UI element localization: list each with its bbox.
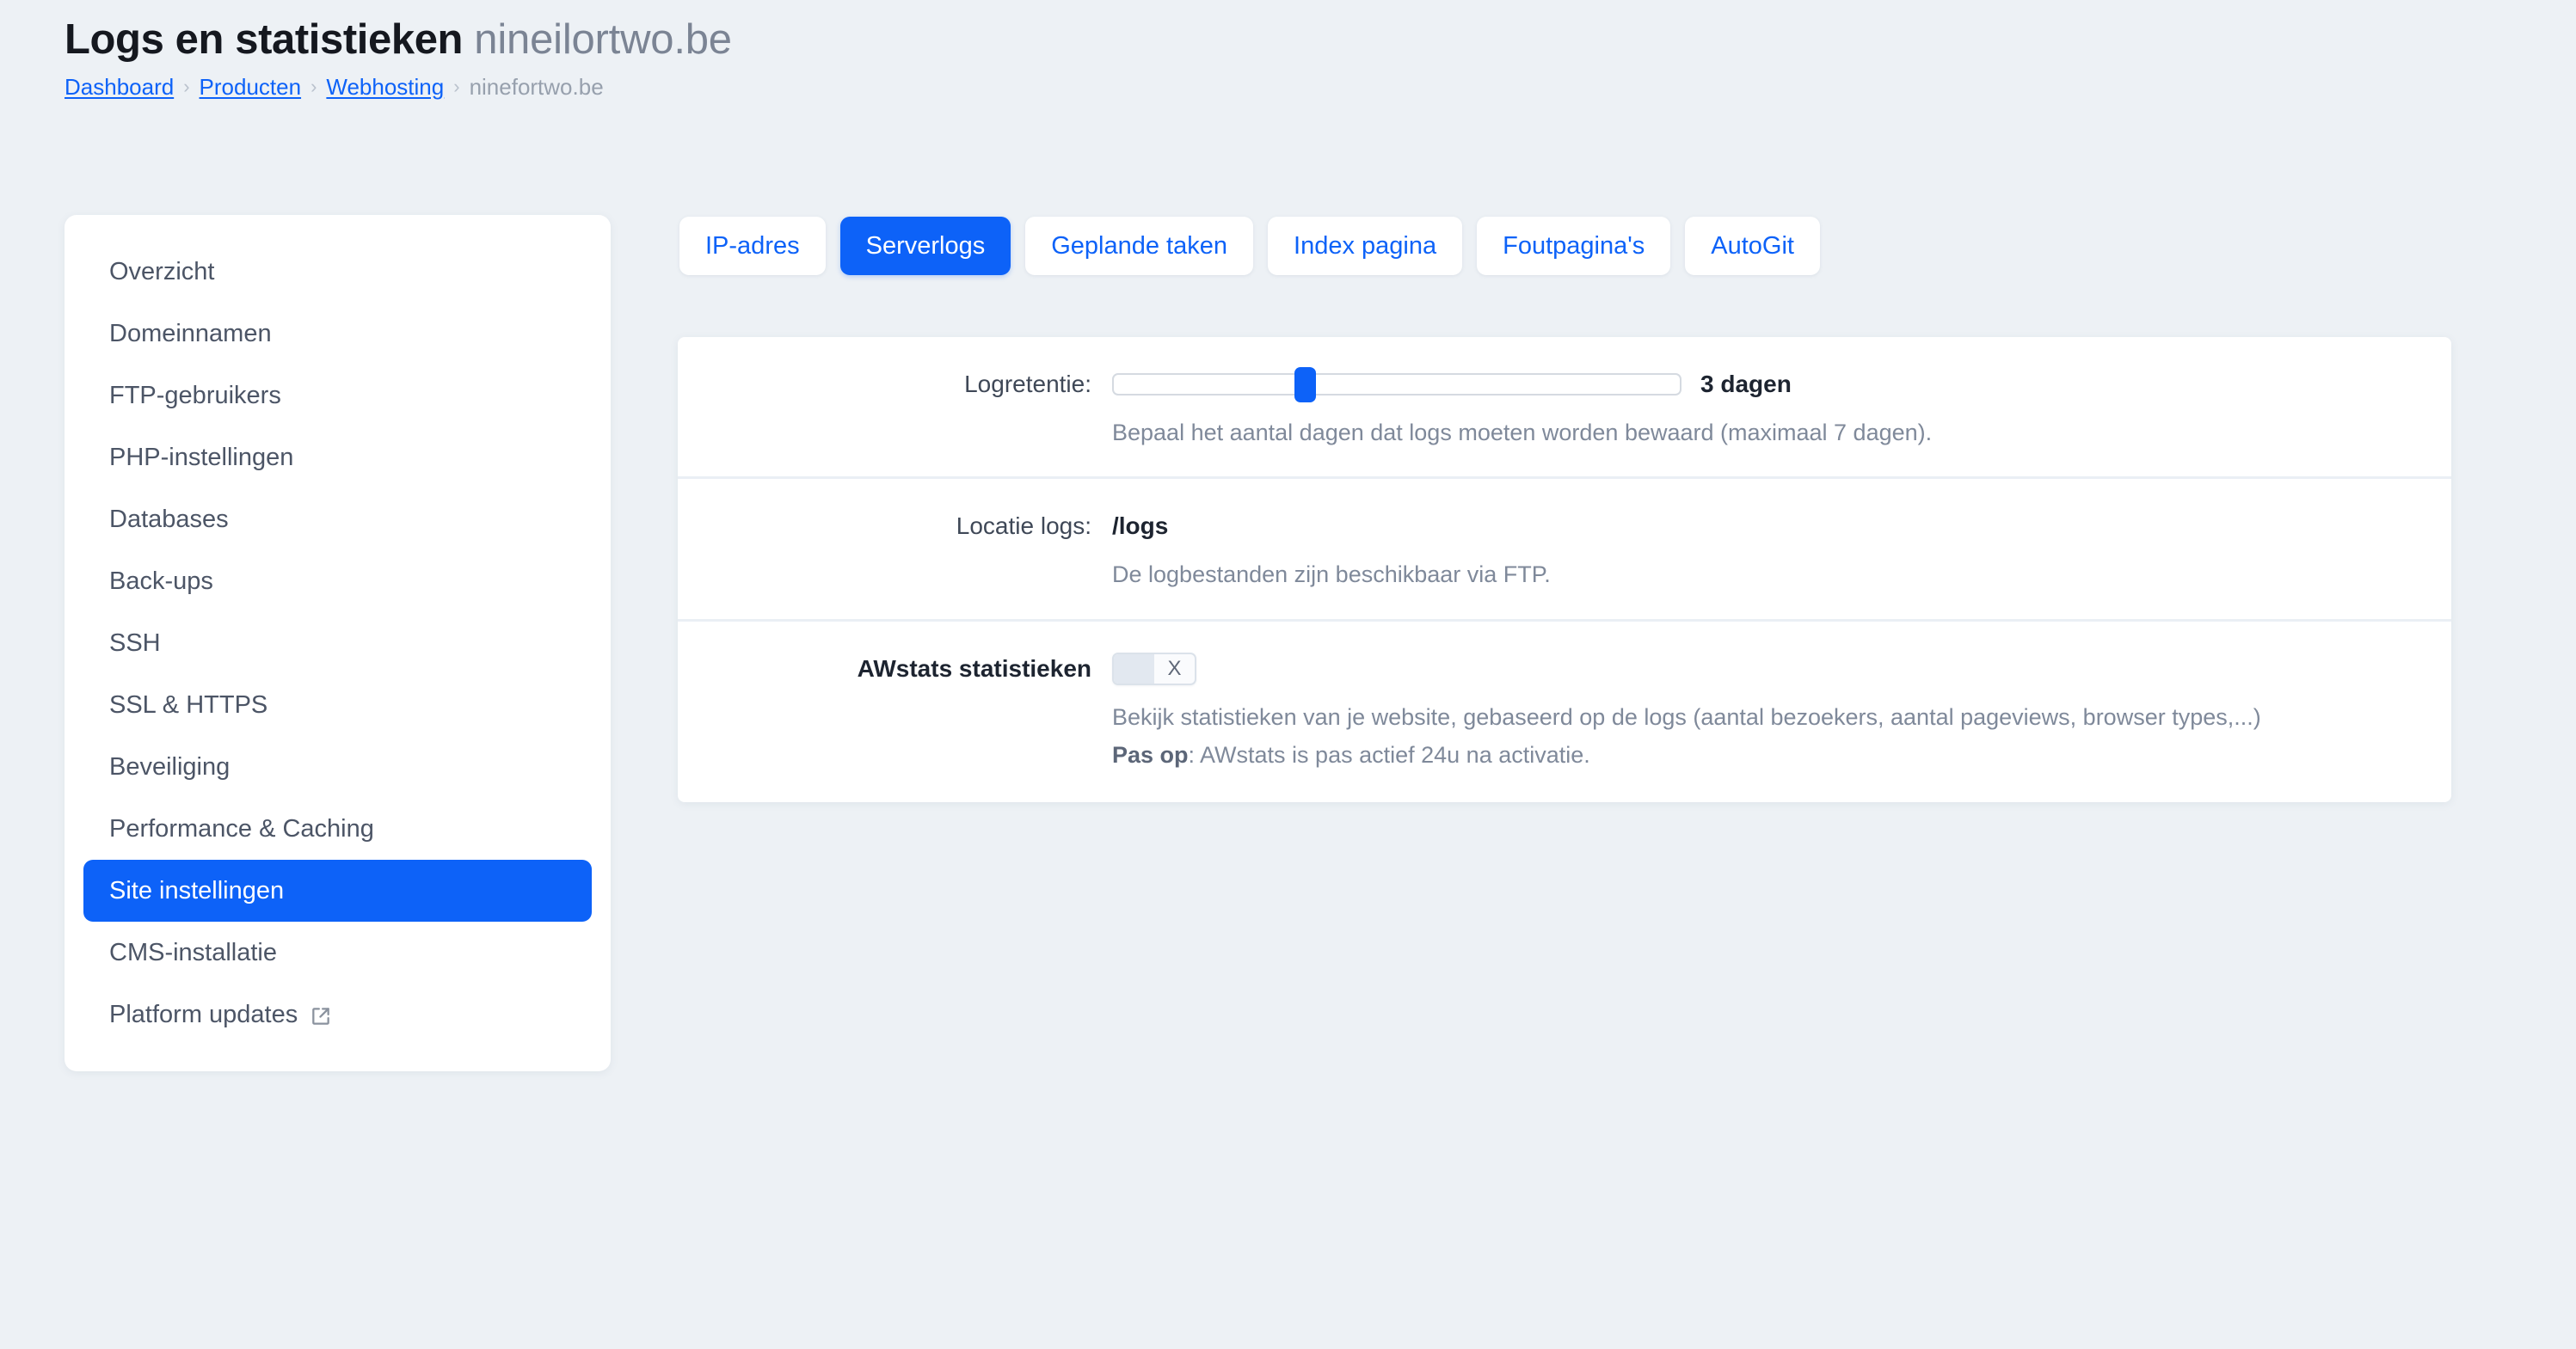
sidebar-item-label: PHP-instellingen	[109, 443, 294, 471]
breadcrumb-separator: ›	[453, 76, 460, 98]
tab-bar: IP-adres Serverlogs Geplande taken Index pa…	[679, 217, 1820, 275]
sidebar-item-domeinnamen[interactable]: Domeinnamen	[83, 303, 592, 365]
log-location-body: /logs De logbestanden zijn beschikbaar v…	[1112, 506, 2410, 591]
sidebar-item-label: Site instellingen	[109, 876, 285, 904]
sidebar-item-ssl-https[interactable]: SSL & HTTPS	[83, 674, 592, 736]
sidebar-item-databases[interactable]: Databases	[83, 488, 592, 550]
tab-label: Serverlogs	[865, 231, 986, 260]
awstats-warning-label: Pas op	[1112, 741, 1189, 768]
breadcrumb-link-producten[interactable]: Producten	[200, 73, 302, 101]
sidebar-item-ftp-gebruikers[interactable]: FTP-gebruikers	[83, 365, 592, 426]
page-root: Logs en statistieken nineilortwo.be Dash…	[0, 0, 2576, 1349]
awstats-control: X	[1112, 649, 2410, 689]
log-retention-control: 3 dagen	[1112, 365, 2410, 404]
sidebar-item-php-instellingen[interactable]: PHP-instellingen	[83, 426, 592, 488]
awstats-hint: Bekijk statistieken van je website, geba…	[1112, 703, 2261, 730]
tab-geplande-taken[interactable]: Geplande taken	[1025, 217, 1254, 275]
sidebar-nav: Overzicht Domeinnamen FTP-gebruikers PHP-in…	[65, 215, 611, 1071]
sidebar-item-label: Performance & Caching	[109, 814, 374, 843]
sidebar-item-label: Databases	[109, 505, 229, 533]
awstats-label: AWstats statistieken	[857, 654, 1091, 682]
tab-ip-adres[interactable]: IP-adres	[679, 217, 826, 275]
toggle-knob	[1114, 653, 1154, 684]
log-location-label: Locatie logs:	[956, 512, 1091, 540]
settings-card: Logretentie: 3 dagen Bepaal het aantal d…	[678, 337, 2451, 803]
sidebar-item-site-instellingen[interactable]: Site instellingen	[83, 860, 592, 922]
awstats-warning: Pas op: AWstats is pas actief 24u na act…	[1112, 739, 2402, 771]
page-title-main: Logs en statistieken	[65, 16, 464, 63]
breadcrumb-separator: ›	[310, 76, 317, 98]
tab-label: IP-adres	[705, 231, 800, 260]
breadcrumb-link-webhosting[interactable]: Webhosting	[326, 73, 444, 101]
log-location-hint: De logbestanden zijn beschikbaar via FTP…	[1112, 561, 1551, 588]
sidebar-item-label: Platform updates	[109, 1000, 298, 1028]
breadcrumb-separator: ›	[183, 76, 190, 98]
external-link-icon	[310, 1005, 332, 1027]
breadcrumb: Dashboard › Producten › Webhosting › nin…	[65, 73, 732, 101]
sidebar-item-ssh[interactable]: SSH	[83, 612, 592, 674]
awstats-body: X Bekijk statistieken van je website, ge…	[1112, 649, 2410, 772]
row-log-location: Locatie logs: /logs De logbestanden zijn…	[678, 476, 2451, 618]
sidebar-item-cms-installatie[interactable]: CMS-installatie	[83, 922, 592, 984]
page-title: Logs en statistieken nineilortwo.be	[65, 15, 732, 65]
sidebar-item-label: Back-ups	[109, 567, 213, 595]
log-location-value: /logs	[1112, 512, 1169, 540]
sidebar-item-platform-updates[interactable]: Platform updates	[83, 984, 592, 1045]
log-retention-hint: Bepaal het aantal dagen dat logs moeten …	[1112, 420, 1933, 445]
awstats-toggle[interactable]: X	[1112, 652, 1196, 685]
sidebar-item-back-ups[interactable]: Back-ups	[83, 550, 592, 612]
slider-track	[1112, 373, 1681, 396]
tab-serverlogs[interactable]: Serverlogs	[839, 217, 1011, 275]
tab-foutpagina-s[interactable]: Foutpagina's	[1477, 217, 1671, 275]
page-header: Logs en statistieken nineilortwo.be Dash…	[65, 15, 732, 101]
tab-label: AutoGit	[1711, 231, 1794, 260]
log-retention-value: 3 dagen	[1700, 371, 1792, 397]
log-retention-body: 3 dagen Bepaal het aantal dagen dat logs…	[1112, 365, 2410, 449]
sidebar-item-label: FTP-gebruikers	[109, 381, 281, 409]
breadcrumb-link-dashboard[interactable]: Dashboard	[65, 73, 174, 101]
breadcrumb-current: ninefortwo.be	[469, 73, 604, 100]
tab-index-pagina[interactable]: Index pagina	[1268, 217, 1463, 275]
sidebar-item-label: SSL & HTTPS	[109, 690, 268, 719]
sidebar-item-performance-caching[interactable]: Performance & Caching	[83, 798, 592, 860]
sidebar-item-label: CMS-installatie	[109, 938, 277, 966]
sidebar-item-label: SSH	[109, 629, 161, 657]
sidebar-item-beveiliging[interactable]: Beveiliging	[83, 736, 592, 798]
tab-label: Geplande taken	[1051, 231, 1228, 260]
sidebar-item-label: Domeinnamen	[109, 319, 272, 347]
tab-label: Index pagina	[1294, 231, 1437, 260]
tab-autogit[interactable]: AutoGit	[1685, 217, 1820, 275]
sidebar-item-label: Overzicht	[109, 257, 215, 285]
log-retention-label: Logretentie:	[964, 371, 1091, 397]
sidebar-item-label: Beveiliging	[109, 752, 231, 781]
log-retention-slider[interactable]	[1112, 367, 1681, 402]
slider-thumb[interactable]	[1294, 367, 1316, 402]
sidebar-item-overzicht[interactable]: Overzicht	[83, 241, 592, 303]
toggle-state-label: X	[1167, 656, 1182, 680]
tab-label: Foutpagina's	[1503, 231, 1645, 260]
row-log-retention: Logretentie: 3 dagen Bepaal het aantal d…	[678, 337, 2451, 476]
row-awstats: AWstats statistieken X Bekijk statistiek…	[678, 618, 2451, 800]
awstats-warning-text: : AWstats is pas actief 24u na activatie…	[1188, 741, 1590, 768]
page-title-domain: nineilortwo.be	[474, 16, 732, 63]
